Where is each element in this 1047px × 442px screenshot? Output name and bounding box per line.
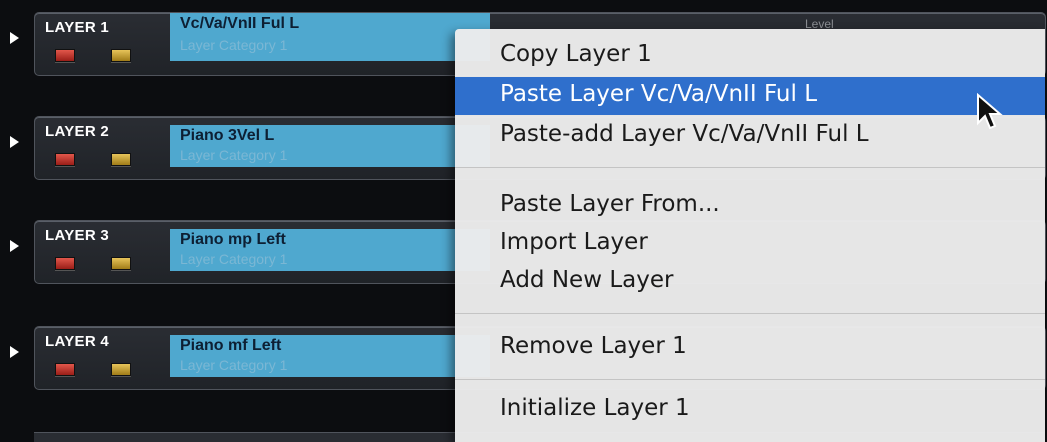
mute-button[interactable] <box>55 49 75 62</box>
layer-category: Layer Category 1 <box>180 251 288 267</box>
mute-button[interactable] <box>55 363 75 376</box>
menu-item-label: Remove Layer 1 <box>500 333 687 359</box>
expand-arrow-icon[interactable] <box>10 32 19 44</box>
menu-item-copy-layer[interactable]: Copy Layer 1 <box>455 37 1045 75</box>
preset-name-box[interactable]: Piano mf Left Layer Category 1 <box>170 335 490 377</box>
menu-separator <box>455 379 1045 380</box>
expand-arrow-icon[interactable] <box>10 240 19 252</box>
menu-item-label: Paste Layer Vc/Va/VnII Ful L <box>500 81 818 107</box>
preset-name: Piano mp Left <box>180 231 286 248</box>
solo-button[interactable] <box>111 257 131 270</box>
layer-label: LAYER 4 <box>45 333 110 350</box>
menu-item-label: Copy Layer 1 <box>500 41 652 67</box>
layer-label: LAYER 2 <box>45 123 110 140</box>
layer-category: Layer Category 1 <box>180 37 288 53</box>
solo-button[interactable] <box>111 153 131 166</box>
preset-name: Piano mf Left <box>180 337 282 354</box>
menu-item-paste-layer-from[interactable]: Paste Layer From... <box>455 187 1045 225</box>
menu-item-label: Paste Layer From... <box>500 191 720 217</box>
layer-category: Layer Category 1 <box>180 357 288 373</box>
menu-item-remove-layer[interactable]: Remove Layer 1 <box>455 329 1045 367</box>
context-menu: Copy Layer 1 Paste Layer Vc/Va/VnII Ful … <box>455 29 1045 442</box>
solo-button[interactable] <box>111 363 131 376</box>
mute-button[interactable] <box>55 257 75 270</box>
preset-name-box[interactable]: Piano mp Left Layer Category 1 <box>170 229 490 271</box>
preset-name: Vc/Va/VnII Ful L <box>180 15 300 32</box>
layer-editor: LAYER 1 Vc/Va/VnII Ful L Layer Category … <box>0 0 1047 442</box>
menu-separator <box>455 167 1045 168</box>
menu-item-import-layer[interactable]: Import Layer <box>455 225 1045 263</box>
solo-button[interactable] <box>111 49 131 62</box>
menu-separator <box>455 313 1045 314</box>
layer-category: Layer Category 1 <box>180 147 288 163</box>
menu-item-label: Initialize Layer 1 <box>500 395 690 421</box>
mouse-pointer-icon <box>977 93 1003 130</box>
menu-item-initialize-layer[interactable]: Initialize Layer 1 <box>455 391 1045 429</box>
menu-item-add-new-layer[interactable]: Add New Layer <box>455 263 1045 301</box>
expand-arrow-icon[interactable] <box>10 346 19 358</box>
menu-item-paste-layer[interactable]: Paste Layer Vc/Va/VnII Ful L <box>455 77 1045 115</box>
mute-button[interactable] <box>55 153 75 166</box>
preset-name-box[interactable]: Vc/Va/VnII Ful L Layer Category 1 <box>170 13 490 61</box>
layer-label: LAYER 1 <box>45 19 110 36</box>
menu-item-label: Import Layer <box>500 229 648 255</box>
menu-item-label: Paste-add Layer Vc/Va/VnII Ful L <box>500 121 869 147</box>
preset-name: Piano 3Vel L <box>180 127 275 144</box>
layer-label: LAYER 3 <box>45 227 110 244</box>
menu-item-label: Add New Layer <box>500 267 674 293</box>
menu-item-paste-add-layer[interactable]: Paste-add Layer Vc/Va/VnII Ful L <box>455 117 1045 155</box>
preset-name-box[interactable]: Piano 3Vel L Layer Category 1 <box>170 125 490 167</box>
expand-arrow-icon[interactable] <box>10 136 19 148</box>
